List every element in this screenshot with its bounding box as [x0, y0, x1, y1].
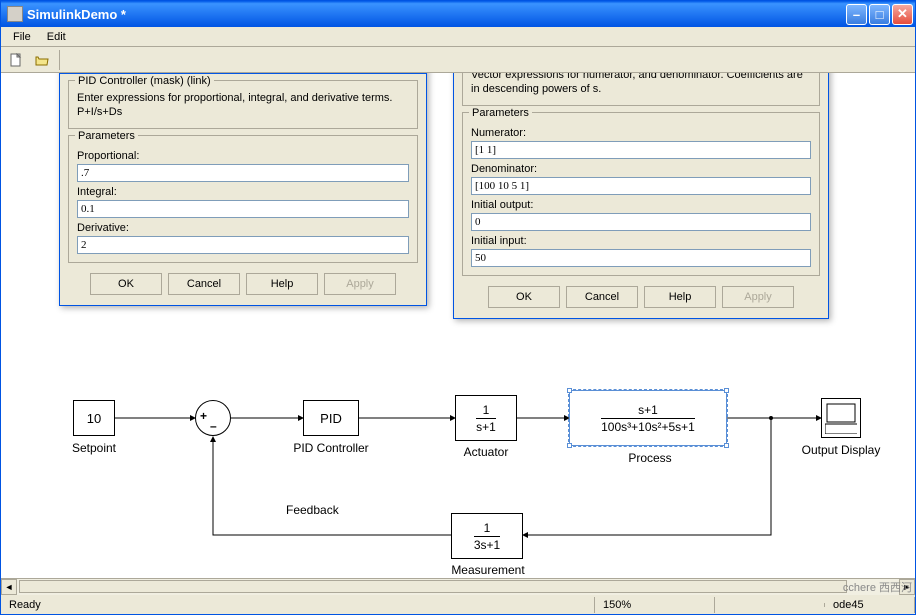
- menu-file[interactable]: File: [5, 29, 39, 45]
- label-denominator: Denominator:: [471, 163, 811, 175]
- label-integral: Integral:: [77, 186, 409, 198]
- input-initial-input[interactable]: [471, 249, 811, 267]
- label-numerator: Numerator:: [471, 127, 811, 139]
- fraction-line: [474, 536, 500, 537]
- dialog-process-parameters[interactable]: Block Parameters: Process ✕ Transfer Fun…: [453, 73, 829, 319]
- app-icon: [7, 6, 23, 22]
- status-ready: Ready: [1, 597, 595, 613]
- toolbar-separator: [59, 50, 60, 70]
- status-solver: ode45: [825, 597, 915, 613]
- label-output: Output Display: [791, 443, 891, 457]
- watermark: cchere 西西河: [843, 579, 912, 595]
- status-zoom: 150%: [595, 597, 715, 613]
- process-cancel-button[interactable]: Cancel: [566, 286, 638, 308]
- measurement-den: 3s+1: [474, 538, 500, 552]
- block-sum[interactable]: + –: [195, 400, 231, 436]
- fraction-line: [476, 418, 496, 419]
- pid-text: PID: [320, 411, 342, 426]
- process-apply-button[interactable]: Apply: [722, 286, 794, 308]
- label-derivative: Derivative:: [77, 222, 409, 234]
- horizontal-scrollbar[interactable]: ◄ ►: [1, 578, 915, 594]
- minimize-button[interactable]: –: [846, 4, 867, 25]
- pid-ok-button[interactable]: OK: [90, 273, 162, 295]
- model-canvas[interactable]: 10 Setpoint + – PID PID Controller 1 s+1…: [1, 73, 915, 578]
- actuator-num: 1: [483, 403, 490, 417]
- status-empty: [715, 603, 825, 607]
- scope-icon: [825, 402, 857, 434]
- label-pid: PID Controller: [279, 441, 383, 455]
- process-ok-button[interactable]: OK: [488, 286, 560, 308]
- dialog-pid-parameters[interactable]: Block Parameters: PID Controller ✕ PID C…: [59, 73, 427, 306]
- label-measurement: Measurement: [445, 563, 531, 577]
- pid-description: Enter expressions for proportional, inte…: [77, 91, 409, 120]
- open-file-icon[interactable]: [31, 49, 53, 71]
- block-actuator[interactable]: 1 s+1: [455, 395, 517, 441]
- label-setpoint: Setpoint: [61, 441, 127, 455]
- input-initial-output[interactable]: [471, 213, 811, 231]
- process-den: 100s³+10s²+5s+1: [601, 420, 695, 434]
- maximize-button[interactable]: □: [869, 4, 890, 25]
- pid-mask-title: PID Controller (mask) (link): [75, 75, 214, 87]
- pid-params-legend: Parameters: [75, 130, 138, 142]
- process-num: s+1: [638, 403, 658, 417]
- measurement-num: 1: [484, 521, 491, 535]
- label-actuator: Actuator: [453, 445, 519, 459]
- statusbar: Ready 150% ode45: [1, 594, 915, 614]
- titlebar: SimulinkDemo * – □ ✕: [1, 1, 915, 27]
- sum-minus-icon: –: [210, 419, 217, 433]
- actuator-den: s+1: [476, 420, 496, 434]
- input-proportional[interactable]: [77, 164, 409, 182]
- main-window: SimulinkDemo * – □ ✕ File Edit: [0, 0, 916, 615]
- input-numerator[interactable]: [471, 141, 811, 159]
- menubar: File Edit: [1, 27, 915, 47]
- block-pid-controller[interactable]: PID: [303, 400, 359, 436]
- process-help-button[interactable]: Help: [644, 286, 716, 308]
- block-process[interactable]: s+1 100s³+10s²+5s+1: [569, 390, 727, 446]
- fraction-line: [601, 418, 695, 419]
- input-derivative[interactable]: [77, 236, 409, 254]
- scroll-thumb[interactable]: [19, 580, 847, 593]
- input-denominator[interactable]: [471, 177, 811, 195]
- label-process: Process: [617, 451, 683, 465]
- scroll-left-button[interactable]: ◄: [1, 579, 17, 595]
- new-file-icon[interactable]: [5, 49, 27, 71]
- pid-help-button[interactable]: Help: [246, 273, 318, 295]
- pid-cancel-button[interactable]: Cancel: [168, 273, 240, 295]
- scroll-track[interactable]: [17, 579, 899, 595]
- block-setpoint[interactable]: 10: [73, 400, 115, 436]
- label-initial-output: Initial output:: [471, 199, 811, 211]
- toolbar: [1, 47, 915, 73]
- pid-apply-button[interactable]: Apply: [324, 273, 396, 295]
- menu-edit[interactable]: Edit: [39, 29, 74, 45]
- process-params-legend: Parameters: [469, 107, 532, 119]
- sum-plus-icon: +: [200, 409, 207, 423]
- label-initial-input: Initial input:: [471, 235, 811, 247]
- close-button[interactable]: ✕: [892, 4, 913, 25]
- setpoint-value: 10: [87, 411, 101, 426]
- process-description: Vector expressions for numerator, and de…: [471, 73, 811, 97]
- block-output-display[interactable]: [821, 398, 861, 438]
- window-title: SimulinkDemo *: [27, 7, 846, 22]
- input-integral[interactable]: [77, 200, 409, 218]
- label-feedback: Feedback: [286, 503, 339, 517]
- block-measurement[interactable]: 1 3s+1: [451, 513, 523, 559]
- label-proportional: Proportional:: [77, 150, 409, 162]
